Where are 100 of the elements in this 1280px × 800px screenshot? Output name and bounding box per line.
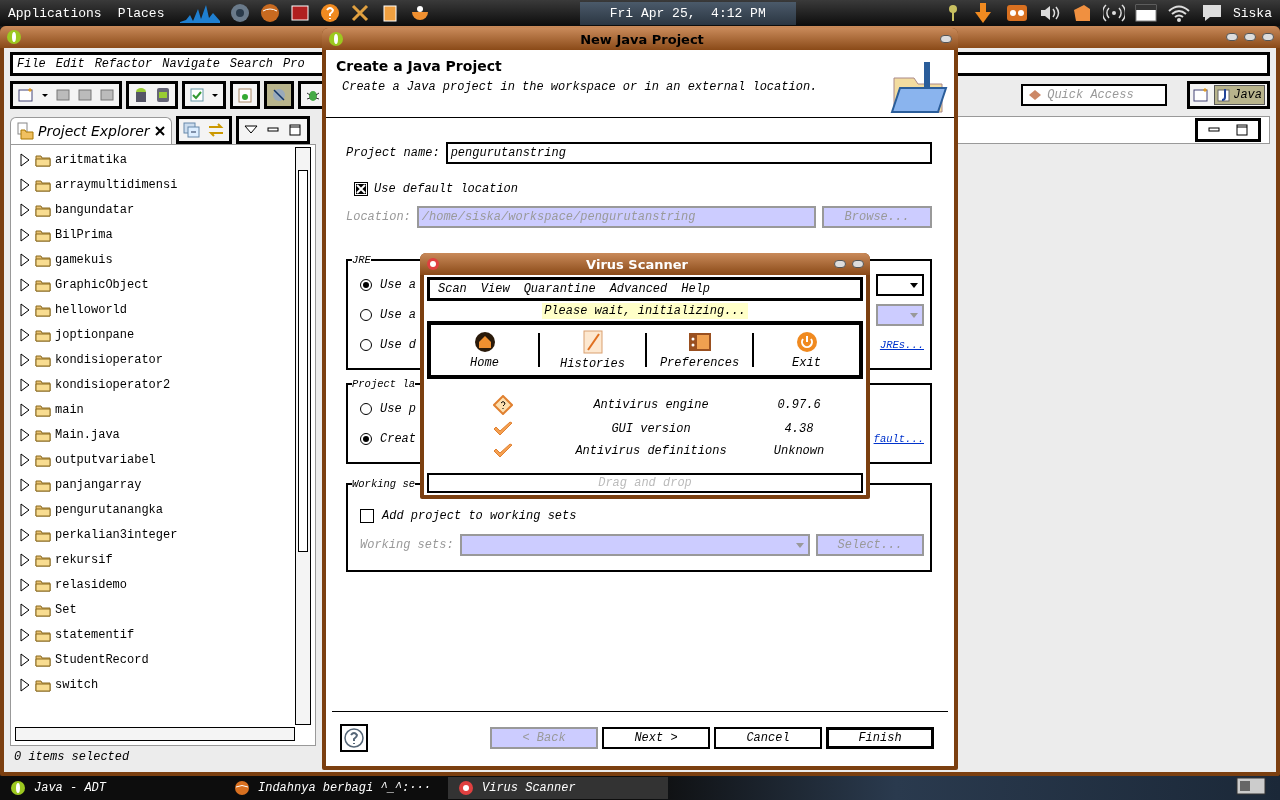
tree-item[interactable]: aritmatika: [11, 147, 295, 172]
explorer-tab[interactable]: Project Explorer: [10, 116, 172, 144]
radio-button[interactable]: [360, 339, 372, 351]
menu-item[interactable]: File: [17, 57, 46, 71]
tree-item[interactable]: bangundatar: [11, 197, 295, 222]
link[interactable]: fault...: [873, 433, 924, 445]
collapsed-arrow-icon[interactable]: [19, 477, 31, 492]
menu-item[interactable]: Scan: [438, 282, 467, 296]
minimize-button[interactable]: [1226, 33, 1238, 41]
tree-item[interactable]: panjangarray: [11, 472, 295, 497]
collapsed-arrow-icon[interactable]: [19, 677, 31, 692]
menu-item[interactable]: Edit: [55, 57, 85, 71]
save-all-icon[interactable]: [77, 87, 93, 103]
help-button[interactable]: [340, 724, 368, 752]
radio-button[interactable]: [360, 279, 372, 291]
collapsed-arrow-icon[interactable]: [19, 452, 31, 467]
tree-item[interactable]: gamekuis: [11, 247, 295, 272]
collapsed-arrow-icon[interactable]: [19, 502, 31, 517]
tree-item[interactable]: helloworld: [11, 297, 295, 322]
tree-item[interactable]: Main.java: [11, 422, 295, 447]
checkbox[interactable]: [360, 509, 374, 523]
taskbar-item[interactable]: Indahnya berbagi ^_^:···: [224, 777, 444, 799]
menu-item[interactable]: Help: [681, 282, 711, 296]
ball-icon[interactable]: [260, 3, 281, 23]
taskbar-item[interactable]: Virus Scanner: [448, 777, 668, 799]
panel-menu[interactable]: Applications: [8, 5, 102, 21]
tree-item[interactable]: joptionpane: [11, 322, 295, 347]
dialog-button[interactable]: Finish: [826, 727, 934, 749]
android-device-icon[interactable]: [155, 87, 171, 103]
collapsed-arrow-icon[interactable]: [19, 427, 31, 442]
radio-button[interactable]: [360, 309, 372, 321]
tools-icon[interactable]: [350, 3, 371, 23]
tree-item[interactable]: Set: [11, 597, 295, 622]
menu-item[interactable]: View: [480, 282, 510, 296]
project-name-field[interactable]: pengurutanstring: [445, 142, 932, 164]
tree-item[interactable]: perkalian3integer: [11, 522, 295, 547]
collapse-icon[interactable]: [182, 122, 201, 138]
scrollbar[interactable]: [295, 147, 311, 725]
toolbar-button[interactable]: Home: [470, 325, 499, 375]
tree-item[interactable]: outputvariabel: [11, 447, 295, 472]
collapsed-arrow-icon[interactable]: [19, 152, 31, 167]
collapsed-arrow-icon[interactable]: [19, 552, 31, 567]
maximize-button[interactable]: [940, 35, 952, 43]
menu-item[interactable]: Search: [229, 57, 274, 71]
help-icon[interactable]: [320, 3, 341, 23]
dropdown[interactable]: [876, 274, 924, 296]
volume-icon[interactable]: [1038, 3, 1061, 23]
toolbar-button[interactable]: Histories: [560, 325, 625, 375]
save-icon[interactable]: [55, 87, 71, 103]
close-icon[interactable]: [153, 124, 166, 137]
tree-item[interactable]: relasidemo: [11, 572, 295, 597]
new-icon[interactable]: [17, 87, 35, 103]
radio-button[interactable]: [360, 403, 372, 415]
collapsed-arrow-icon[interactable]: [19, 252, 31, 267]
no-entry-icon[interactable]: [271, 87, 287, 103]
collapsed-arrow-icon[interactable]: [19, 377, 31, 392]
film-icon[interactable]: [290, 3, 311, 23]
bowl-icon[interactable]: [410, 3, 431, 23]
radio-button[interactable]: [360, 433, 372, 445]
collapsed-arrow-icon[interactable]: [19, 277, 31, 292]
panel-menu[interactable]: Places: [117, 5, 165, 21]
checkbox-icon[interactable]: [189, 87, 205, 103]
close-button[interactable]: [1262, 33, 1274, 41]
tree-item[interactable]: pengurutanangka: [11, 497, 295, 522]
checkbox[interactable]: [354, 182, 368, 196]
workspace-switcher-icon[interactable]: [1236, 777, 1266, 795]
collapsed-arrow-icon[interactable]: [19, 652, 31, 667]
menu-item[interactable]: Quarantine: [523, 282, 596, 296]
collapsed-arrow-icon[interactable]: [19, 602, 31, 617]
collapsed-arrow-icon[interactable]: [19, 302, 31, 317]
maximize-button[interactable]: [1244, 33, 1256, 41]
scrollbar[interactable]: [15, 727, 295, 741]
tree-item[interactable]: kondisioperator: [11, 347, 295, 372]
tree-item[interactable]: kondisioperator2: [11, 372, 295, 397]
tree-item[interactable]: GraphicObject: [11, 272, 295, 297]
user-name[interactable]: Siska: [1232, 5, 1272, 21]
tree-item[interactable]: StudentRecord: [11, 647, 295, 672]
open-perspective-icon[interactable]: [1192, 87, 1211, 103]
taskbar-item[interactable]: Java - ADT: [0, 777, 220, 799]
toolbar-button[interactable]: Preferences: [659, 325, 740, 375]
menu-item[interactable]: Pro: [283, 57, 305, 71]
collapsed-arrow-icon[interactable]: [19, 227, 31, 242]
tree-item[interactable]: BilPrima: [11, 222, 295, 247]
circle-icon[interactable]: [230, 3, 251, 23]
tree-item[interactable]: statementif: [11, 622, 295, 647]
tree-item[interactable]: switch: [11, 672, 295, 697]
perspective-button[interactable]: Java: [1214, 85, 1265, 105]
menu-item[interactable]: Advanced: [609, 282, 668, 296]
clock[interactable]: Fri Apr 25, 4:12 PM: [579, 1, 796, 25]
collapsed-arrow-icon[interactable]: [19, 352, 31, 367]
collapsed-arrow-icon[interactable]: [19, 402, 31, 417]
tree-item[interactable]: main: [11, 397, 295, 422]
maximize-icon[interactable]: [286, 123, 303, 137]
collapsed-arrow-icon[interactable]: [19, 202, 31, 217]
signal-icon[interactable]: [1102, 2, 1125, 24]
collapsed-arrow-icon[interactable]: [19, 177, 31, 192]
print-icon[interactable]: [99, 87, 115, 103]
wifi-icon[interactable]: [1166, 3, 1191, 23]
new-class-icon[interactable]: [237, 87, 253, 103]
link[interactable]: JREs...: [879, 339, 924, 351]
